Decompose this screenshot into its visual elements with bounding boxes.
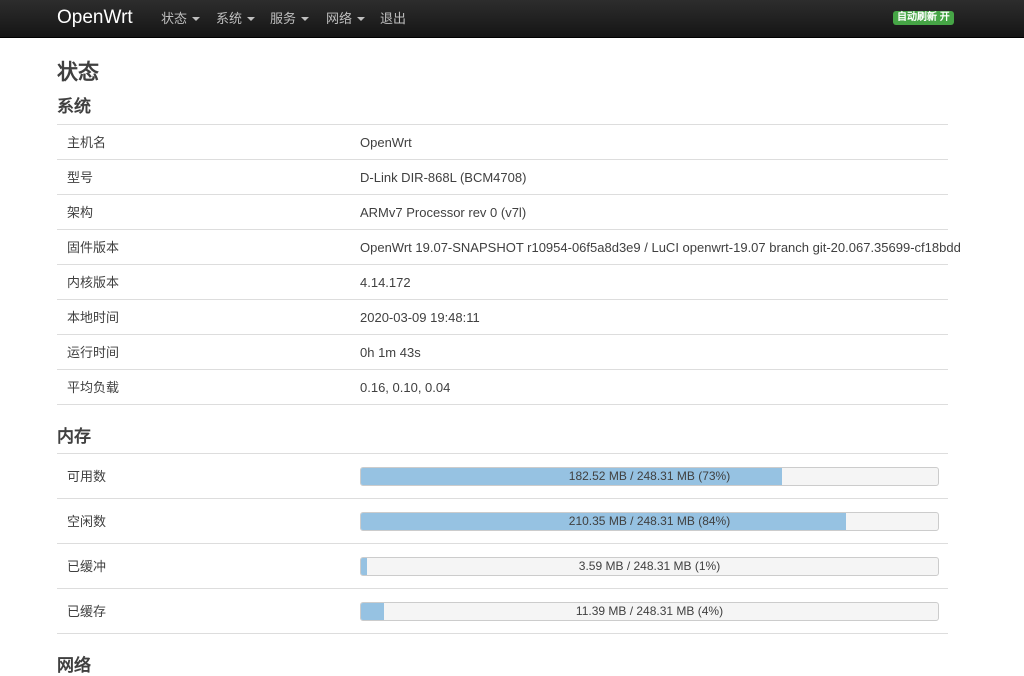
- table-row: 已缓存 11.39 MB / 248.31 MB (4%): [57, 589, 948, 634]
- table-row: 主机名 OpenWrt: [57, 125, 948, 160]
- row-key: 内核版本: [67, 275, 120, 290]
- progress-label: 210.35 MB / 248.31 MB (84%): [568, 514, 731, 528]
- section-title-network: 网络: [57, 656, 91, 675]
- table-row: 固件版本 OpenWrt 19.07-SNAPSHOT r10954-06f5a…: [57, 230, 961, 265]
- row-key: 平均负载: [67, 380, 120, 395]
- progress-label: 11.39 MB / 248.31 MB (4%): [575, 604, 724, 618]
- nav-menu-label: 系统: [216, 11, 243, 26]
- section-title-memory: 内存: [57, 427, 91, 446]
- table-row: 运行时间 0h 1m 43s: [57, 335, 948, 370]
- page-title: 状态: [57, 61, 99, 84]
- memory-progress-bar: 210.35 MB / 248.31 MB (84%): [360, 512, 939, 531]
- nav-menu-status[interactable]: 状态: [161, 11, 201, 27]
- nav-menu-logout[interactable]: 退出: [380, 11, 406, 27]
- row-key: 可用数: [67, 469, 107, 484]
- row-key: 架构: [67, 205, 94, 220]
- table-row: 本地时间 2020-03-09 19:48:11: [57, 300, 948, 335]
- row-value: 4.14.172: [360, 275, 411, 290]
- row-value: OpenWrt 19.07-SNAPSHOT r10954-06f5a8d3e9…: [360, 240, 961, 255]
- row-value: 0h 1m 43s: [360, 345, 421, 360]
- nav-menu-label: 服务: [270, 11, 297, 26]
- nav-menu-network[interactable]: 网络: [326, 11, 366, 27]
- row-key: 固件版本: [67, 240, 120, 255]
- progress-label: 3.59 MB / 248.31 MB (1%): [578, 559, 721, 573]
- nav-menu-system[interactable]: 系统: [216, 11, 256, 27]
- table-row: 可用数 182.52 MB / 248.31 MB (73%): [57, 454, 948, 499]
- row-value: OpenWrt: [360, 135, 412, 150]
- row-value: ARMv7 Processor rev 0 (v7l): [360, 205, 527, 220]
- memory-progress-bar: 3.59 MB / 248.31 MB (1%): [360, 557, 939, 576]
- nav-menu-label: 状态: [161, 11, 188, 26]
- memory-progress-bar: 11.39 MB / 248.31 MB (4%): [360, 602, 939, 621]
- caret-down-icon: [357, 16, 366, 21]
- row-value: D-Link DIR-868L (BCM4708): [360, 170, 527, 185]
- row-key: 空闲数: [67, 514, 107, 529]
- table-row: 平均负载 0.16, 0.10, 0.04: [57, 370, 948, 405]
- brand-logo[interactable]: OpenWrt: [57, 7, 133, 29]
- row-key: 主机名: [67, 135, 107, 150]
- table-row: 内核版本 4.14.172: [57, 265, 948, 300]
- caret-down-icon: [192, 16, 201, 21]
- nav-menu-label: 网络: [326, 11, 353, 26]
- top-navbar: OpenWrt 状态 系统 服务 网络 退出 自动刷新 开: [0, 0, 1024, 38]
- table-row: 架构 ARMv7 Processor rev 0 (v7l): [57, 195, 948, 230]
- memory-info-table: 可用数 182.52 MB / 248.31 MB (73%) 空闲数 210.…: [57, 453, 948, 634]
- progress-label: 182.52 MB / 248.31 MB (73%): [568, 469, 731, 483]
- table-row: 型号 D-Link DIR-868L (BCM4708): [57, 160, 948, 195]
- system-info-table: 主机名 OpenWrt 型号 D-Link DIR-868L (BCM4708)…: [57, 124, 961, 405]
- caret-down-icon: [247, 16, 256, 21]
- nav-menu-services[interactable]: 服务: [270, 11, 310, 27]
- row-key: 型号: [67, 170, 94, 185]
- row-value: 0.16, 0.10, 0.04: [360, 380, 451, 395]
- row-key: 已缓存: [67, 604, 107, 619]
- row-value: 2020-03-09 19:48:11: [360, 310, 480, 325]
- nav-menu-label: 退出: [380, 11, 407, 26]
- row-key: 运行时间: [67, 345, 120, 360]
- auto-refresh-toggle[interactable]: 自动刷新 开: [893, 11, 954, 25]
- caret-down-icon: [301, 16, 310, 21]
- table-row: 已缓冲 3.59 MB / 248.31 MB (1%): [57, 544, 948, 589]
- section-title-system: 系统: [57, 97, 91, 116]
- row-key: 已缓冲: [67, 559, 107, 574]
- memory-progress-bar: 182.52 MB / 248.31 MB (73%): [360, 467, 939, 486]
- row-key: 本地时间: [67, 310, 120, 325]
- table-row: 空闲数 210.35 MB / 248.31 MB (84%): [57, 499, 948, 544]
